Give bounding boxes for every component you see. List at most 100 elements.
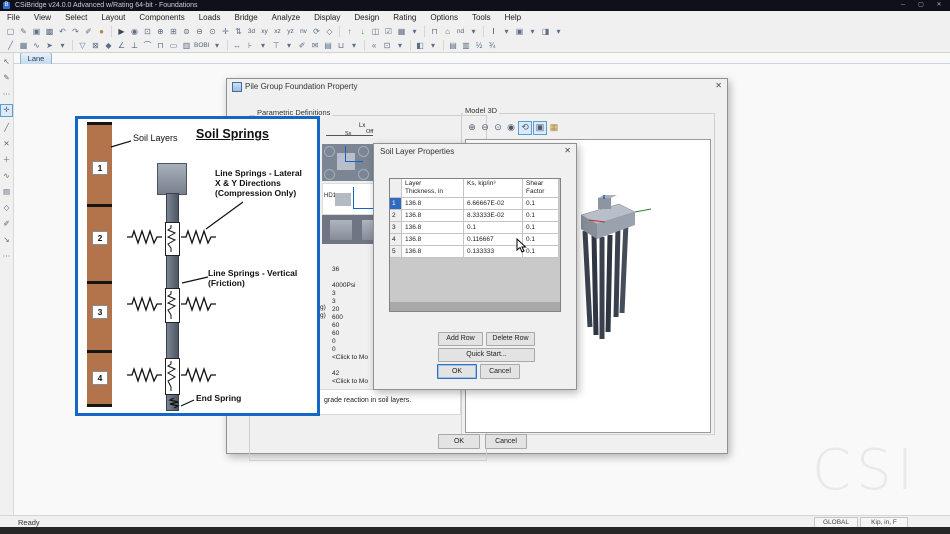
cell-thickness[interactable]: 136.8 — [402, 198, 464, 210]
frame-section-icon[interactable]: ⊓ — [155, 40, 166, 51]
ok-button[interactable]: OK — [438, 434, 480, 449]
cancel-button[interactable]: Cancel — [485, 434, 527, 449]
more-dots-icon[interactable]: ⋯ — [1, 88, 12, 99]
menu-item-view[interactable]: View — [27, 11, 58, 24]
zoom-out-icon[interactable]: ⊖ — [194, 26, 205, 37]
pan-icon[interactable]: ✛ — [220, 26, 231, 37]
quick-start-button[interactable]: Quick Start... — [438, 348, 535, 362]
ibeam-icon[interactable]: ⊥ — [129, 40, 140, 51]
close-icon[interactable]: ✕ — [564, 146, 571, 156]
menu-item-help[interactable]: Help — [498, 11, 528, 24]
three-quarter-fraction-icon[interactable]: ¾ — [487, 40, 498, 51]
ibeam-section-icon[interactable]: I — [488, 26, 499, 37]
panel-view-icon[interactable]: ◨ — [540, 26, 551, 37]
soil-dialog-titlebar[interactable]: Soil Layer Properties ✕ — [374, 144, 576, 159]
perspective-icon[interactable]: ◇ — [324, 26, 335, 37]
reshape-icon[interactable]: ✎ — [1, 72, 12, 83]
dropdown-chevron-icon[interactable]: ▾ — [501, 26, 512, 37]
edit-pencil-icon[interactable]: ✎ — [18, 26, 29, 37]
tab-lane[interactable]: Lane — [20, 52, 52, 64]
cell-shear-factor[interactable]: 0.1 — [523, 222, 559, 234]
zoom-in-icon[interactable]: ⊕ — [466, 121, 478, 133]
menu-item-tools[interactable]: Tools — [465, 11, 498, 24]
row-header-5[interactable]: 5 — [390, 246, 402, 258]
rotate-icon[interactable]: ⟲ — [518, 121, 532, 135]
cell-shear-factor[interactable]: 0.1 — [523, 198, 559, 210]
draw-grid-icon[interactable]: ▦ — [18, 40, 29, 51]
bridge-span-icon[interactable]: ⌒ — [142, 40, 153, 51]
dropdown-chevron-icon[interactable]: ▾ — [57, 40, 68, 51]
snap-point-icon[interactable]: ◇ — [1, 202, 12, 213]
measure-icon[interactable]: ✐ — [297, 40, 308, 51]
half-fraction-icon[interactable]: ½ — [474, 40, 485, 51]
view-nv-icon[interactable]: nv — [298, 26, 309, 37]
save-icon[interactable]: ▣ — [31, 26, 42, 37]
spring-icon[interactable]: ∿ — [31, 40, 42, 51]
list-primary-icon[interactable]: ▤ — [448, 40, 459, 51]
display-table-icon[interactable]: ▦ — [548, 121, 560, 133]
menu-item-display[interactable]: Display — [307, 11, 347, 24]
slope-icon[interactable]: ∠ — [116, 40, 127, 51]
assign-move-icon[interactable]: ✛ — [0, 104, 13, 117]
menu-item-design[interactable]: Design — [347, 11, 386, 24]
plot-icon[interactable]: ⊔ — [336, 40, 347, 51]
row-header-3[interactable]: 3 — [390, 222, 402, 234]
move-down-icon[interactable]: ↓ — [357, 26, 368, 37]
menu-item-layout[interactable]: Layout — [94, 11, 132, 24]
axes-box-icon[interactable]: ▣ — [533, 121, 547, 135]
back-icon[interactable]: « — [369, 40, 380, 51]
redo-icon[interactable]: ↷ — [70, 26, 81, 37]
move-handle-icon[interactable]: ↔ — [232, 40, 243, 51]
draw-line-icon[interactable]: ╱ — [5, 40, 16, 51]
save-all-icon[interactable]: ▩ — [44, 26, 55, 37]
dropdown-chevron-icon[interactable]: ▾ — [284, 40, 295, 51]
minimize-icon[interactable]: ─ — [894, 0, 912, 11]
orbit-icon[interactable]: ◉ — [505, 121, 517, 133]
menu-item-select[interactable]: Select — [58, 11, 94, 24]
menu-item-bridge[interactable]: Bridge — [228, 11, 265, 24]
menu-item-analyze[interactable]: Analyze — [265, 11, 307, 24]
view-yz-icon[interactable]: yz — [285, 26, 296, 37]
snapshot-icon[interactable]: ⊡ — [142, 26, 153, 37]
delete-icon[interactable]: ✕ — [1, 138, 12, 149]
list-secondary-icon[interactable]: ▥ — [461, 40, 472, 51]
corner-icon[interactable]: ↘ — [1, 234, 12, 245]
database-icon[interactable]: ▤ — [323, 40, 334, 51]
dropdown-chevron-icon[interactable]: ▾ — [468, 26, 479, 37]
menu-item-rating[interactable]: Rating — [386, 11, 423, 24]
hatch-tool-icon[interactable]: ▤ — [1, 186, 12, 197]
cell-thickness[interactable]: 136.8 — [402, 246, 464, 258]
rotate-view-icon[interactable]: ⟳ — [311, 26, 322, 37]
cell-shear-factor[interactable]: 0.1 — [523, 210, 559, 222]
annotate-icon[interactable]: ✐ — [1, 218, 12, 229]
cell-shear-factor[interactable]: 0.1 — [523, 246, 559, 258]
cell-ks[interactable]: 8.33333E-02 — [464, 210, 523, 222]
cell-thickness[interactable]: 136.8 — [402, 222, 464, 234]
maximize-icon[interactable]: ▢ — [912, 0, 930, 11]
view-xz-icon[interactable]: xz — [272, 26, 283, 37]
object-options-icon[interactable]: ◫ — [370, 26, 381, 37]
cell-ks[interactable]: 6.66667E-02 — [464, 198, 523, 210]
dropdown-chevron-icon[interactable]: ▾ — [212, 40, 223, 51]
draw-pencil-icon[interactable]: ✐ — [83, 26, 94, 37]
mail-icon[interactable]: ✉ — [310, 40, 321, 51]
cell-ks[interactable]: 0.116667 — [464, 234, 523, 246]
run-analysis-icon[interactable]: ▶ — [116, 26, 127, 37]
spring-tool-icon[interactable]: ∿ — [1, 170, 12, 181]
dropdown-chevron-icon[interactable]: ▾ — [395, 40, 406, 51]
row-header-2[interactable]: 2 — [390, 210, 402, 222]
undo-icon[interactable]: ↶ — [57, 26, 68, 37]
add-node-icon[interactable]: ＋ — [1, 154, 12, 165]
move-up-icon[interactable]: ↑ — [344, 26, 355, 37]
support-icon[interactable]: ▽ — [77, 40, 88, 51]
overflow-dots-icon[interactable]: ⋯ — [1, 250, 12, 261]
bobi-label[interactable]: BOBI — [194, 40, 210, 51]
menu-item-components[interactable]: Components — [132, 11, 191, 24]
run-options-icon[interactable]: ◉ — [129, 26, 140, 37]
dropdown-chevron-icon[interactable]: ▾ — [428, 40, 439, 51]
layers-icon[interactable]: ⊡ — [382, 40, 393, 51]
cell-shear-factor[interactable]: 0.1 — [523, 234, 559, 246]
dropdown-chevron-icon[interactable]: ▾ — [349, 40, 360, 51]
select-pointer-icon[interactable]: ↖ — [1, 56, 12, 67]
zoom-in-icon[interactable]: ⊕ — [155, 26, 166, 37]
